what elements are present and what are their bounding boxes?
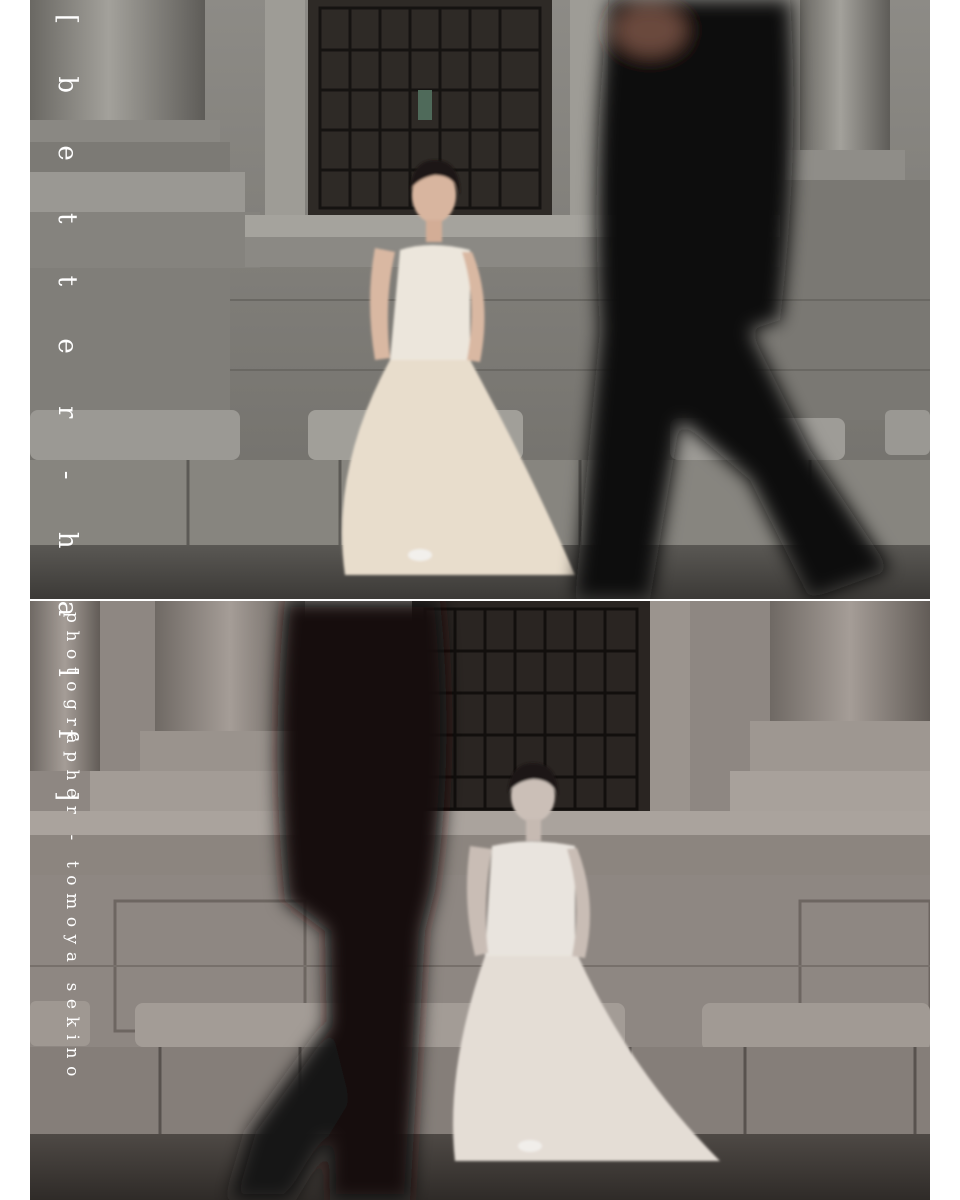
color-photo — [30, 0, 930, 599]
photographer-credit: photographer - tomoya sekino — [62, 612, 82, 1084]
sepia-photo — [30, 601, 930, 1200]
